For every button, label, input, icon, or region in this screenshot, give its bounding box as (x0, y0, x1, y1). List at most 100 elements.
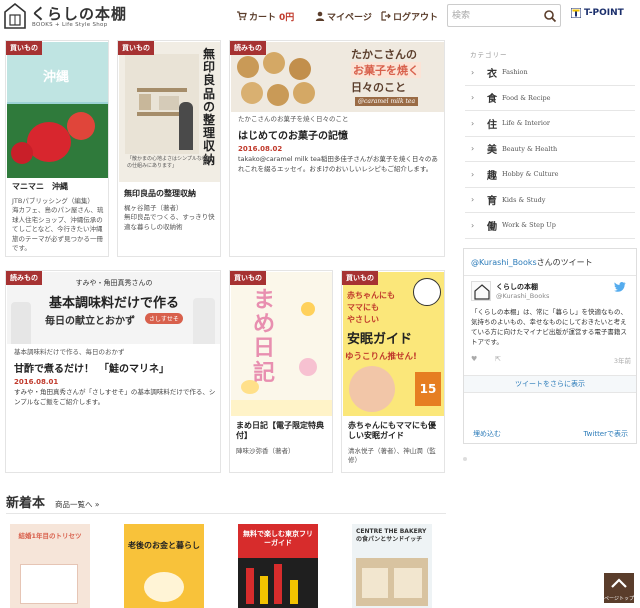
tpoint-link[interactable]: T-POINT (571, 8, 624, 18)
chevron-right-icon: › (471, 220, 475, 230)
category-list: › 衣 Fashion › 食 Food & Recipe › 住 Life &… (465, 60, 635, 239)
tweet-author-name[interactable]: くらしの本棚 (496, 282, 538, 292)
mypage-label: マイページ (327, 12, 372, 23)
chevron-right-icon: › (471, 144, 475, 154)
cover-line-1: 赤ちゃんにも (347, 291, 395, 300)
book-cover-anmin[interactable]: 赤ちゃんにも ママにも やさしい 安眠ガイド ゆうこりん推せん! 15 (343, 272, 444, 416)
twitter-bird-icon[interactable] (614, 282, 626, 292)
category-item-food[interactable]: › 食 Food & Recipe (465, 86, 635, 111)
chevron-right-icon: › (471, 67, 475, 77)
article-excerpt: takako@caramel milk tea稲田多佳子さんがお菓子を焼く日々の… (238, 155, 438, 173)
book-card-anmin[interactable]: 買いもの 赤ちゃんにも ママにも やさしい 安眠ガイド ゆうこりん推せん! 15… (341, 270, 445, 473)
view-on-twitter-link[interactable]: Twitterで表示 (584, 429, 628, 439)
article-card-choumiryou[interactable]: 読みもの すみや・角田真秀さんの 基本調味料だけで作る 毎日の献立とおかず さし… (5, 270, 221, 473)
twitter-head-account: @Kurashi_Books (471, 258, 537, 267)
card-title: マニマニ 沖縄 (12, 182, 68, 191)
book-card-mamenikki[interactable]: 買いもの まめ日記 まめ日記【電子限定特典付】 陣味沙弥香（著者） (229, 270, 333, 473)
category-label: Work & Step Up (502, 221, 556, 230)
product-list-link[interactable]: 商品一覧へ » (55, 499, 99, 510)
logout-link[interactable]: ログアウト (381, 9, 438, 23)
search-input[interactable] (452, 8, 544, 24)
article-card-okashi[interactable]: 読みもの たかこさんの お菓子を焼く 日々のこと @caramel milk t… (229, 40, 445, 257)
cart-count: 0円 (279, 12, 295, 23)
book-cover-muji[interactable]: 無印良品の整理収納 「散かまの心地よさはシンプルな収納の仕組みにあります」 (119, 42, 220, 182)
twitter-timeline-widget: @Kurashi_Booksさんのツイート くらしの本棚 @Kurashi_Bo… (463, 248, 637, 444)
new-books-heading: 新着本 商品一覧へ » (6, 492, 100, 511)
tweet-author-handle[interactable]: @Kurashi_Books (496, 292, 549, 300)
cover-title: 無料で楽しむ東京フリーガイド (243, 530, 313, 547)
category-kanji: 住 (487, 119, 497, 131)
article-title[interactable]: 甘酢で煮るだけ！ 「鮭のマリネ」 (14, 360, 218, 375)
category-label: Fashion (502, 68, 528, 77)
twitter-head-suffix: さんのツイート (536, 258, 593, 267)
article-subtitle: たかこさんのお菓子を焼く日々のこと (238, 115, 349, 123)
card-title: まめ日記【電子限定特典付】 (236, 421, 324, 441)
category-item-fashion[interactable]: › 衣 Fashion (465, 60, 635, 86)
new-book-cover[interactable]: CENTRE THE BAKERYの食パンとサンドイッチ (352, 524, 432, 608)
category-kanji: 衣 (487, 68, 497, 80)
cover-title: 老後のお金と暮らし (128, 540, 200, 550)
category-item-hobby[interactable]: › 趣 Hobby & Culture (465, 162, 635, 188)
site-header: くらしの本棚 BOOKS + Life Style Shop カート 0円 マイ… (0, 0, 640, 34)
cover-title: 結婚1年目のトリセツ (18, 532, 82, 540)
logout-label: ログアウト (393, 12, 439, 23)
avatar[interactable] (471, 281, 491, 301)
category-label: Beauty & Health (502, 144, 558, 153)
article-subtitle: 基本調味料だけで作る、毎日のおかず (14, 348, 125, 356)
cart-icon (237, 11, 247, 21)
embed-link[interactable]: 埋め込む (473, 429, 501, 439)
buy-badge: 買いもの (342, 271, 378, 285)
twitter-widget-heading[interactable]: @Kurashi_Booksさんのツイート (471, 257, 593, 268)
category-item-life[interactable]: › 住 Life & Interior (465, 111, 635, 137)
new-book-cover[interactable]: 老後のお金と暮らし (124, 524, 204, 608)
new-books-title: 新着本 (6, 496, 46, 511)
card-title: 赤ちゃんにもママにも優しい安眠ガイド (348, 421, 436, 441)
category-kanji: 食 (487, 94, 497, 106)
card-meta: 陣味沙弥香（著者） (236, 447, 295, 455)
category-label: Food & Recipe (502, 93, 551, 102)
heart-icon[interactable]: ♥ (471, 355, 477, 363)
share-icon[interactable]: ⇱ (495, 355, 501, 363)
search-icon[interactable] (543, 9, 557, 23)
new-book-cover[interactable]: 無料で楽しむ東京フリーガイド (238, 524, 318, 608)
book-cover-mamenikki[interactable]: まめ日記 (231, 272, 332, 416)
tweet-body: 「くらしの本棚」は、常に「暮らし」を快適なもの、気持ちのよいもの、幸せなものにし… (471, 308, 627, 347)
category-label: Life & Interior (502, 119, 550, 128)
category-item-work[interactable]: › 働 Work & Step Up (465, 213, 635, 239)
card-meta: 梶ヶ谷陽子（著者） 無印良品でつくる、すっきり快適な暮らしの収納術 (124, 204, 215, 231)
cover-line-3b: さしすせそ (145, 313, 183, 324)
book-cover-okinawa[interactable]: 沖縄 (7, 42, 108, 178)
cover-line-4: 安眠ガイド (347, 332, 413, 347)
chevron-up-icon (611, 578, 627, 588)
tpoint-label: T-POINT (584, 8, 624, 18)
category-item-kids[interactable]: › 育 Kids & Study (465, 188, 635, 213)
page-top-label: ページトップ (604, 596, 634, 602)
article-excerpt: すみや・角田真秀さんが「さしすせそ」の基本調味料だけで作る、シンプルなご飯をご紹… (14, 388, 216, 406)
logo-title: くらしの本棚 (31, 5, 128, 23)
category-kanji: 趣 (487, 170, 497, 182)
page-top-button[interactable]: ページトップ (604, 573, 634, 603)
category-kanji: 働 (487, 221, 497, 233)
cover-line-3: 毎日の献立とおかず (45, 316, 135, 327)
carousel-dot (463, 457, 467, 461)
card-meta: JTBパブリッシング（編集） 海カフェ、島のパン屋さん、琉球人住宅ショップ、沖縄… (12, 197, 104, 253)
tpoint-logo-icon (571, 8, 581, 18)
book-card-muji[interactable]: 買いもの 無印良品の整理収納 「散かまの心地よさはシンプルな収納の仕組みにありま… (117, 40, 221, 257)
cover-line-5: ゆうこりん推せん! (345, 352, 417, 362)
cover-title: まめ日記 (253, 287, 276, 386)
user-icon (315, 11, 325, 21)
article-title[interactable]: はじめてのお菓子の記憶 (238, 127, 442, 142)
category-kanji: 育 (487, 196, 497, 208)
category-item-beauty[interactable]: › 美 Beauty & Health (465, 137, 635, 162)
category-heading: カテゴリー (470, 51, 508, 59)
mypage-link[interactable]: マイページ (315, 9, 372, 23)
cart-link[interactable]: カート 0円 (237, 9, 294, 23)
tweet-time[interactable]: 3年前 (614, 355, 631, 365)
site-logo[interactable]: くらしの本棚 BOOKS + Life Style Shop (4, 3, 134, 31)
load-more-tweets-button[interactable]: ツイートをさらに表示 (464, 375, 636, 393)
read-badge: 読みもの (6, 271, 42, 285)
book-card-okinawa[interactable]: 買いもの 沖縄 マニマニ 沖縄 JTBパブリッシング（編集） 海カフェ、島のパン… (5, 40, 109, 257)
category-kanji: 美 (487, 145, 497, 157)
card-title: 無印良品の整理収納 (124, 189, 196, 198)
new-book-cover[interactable]: 結婚1年目のトリセツ (10, 524, 90, 608)
